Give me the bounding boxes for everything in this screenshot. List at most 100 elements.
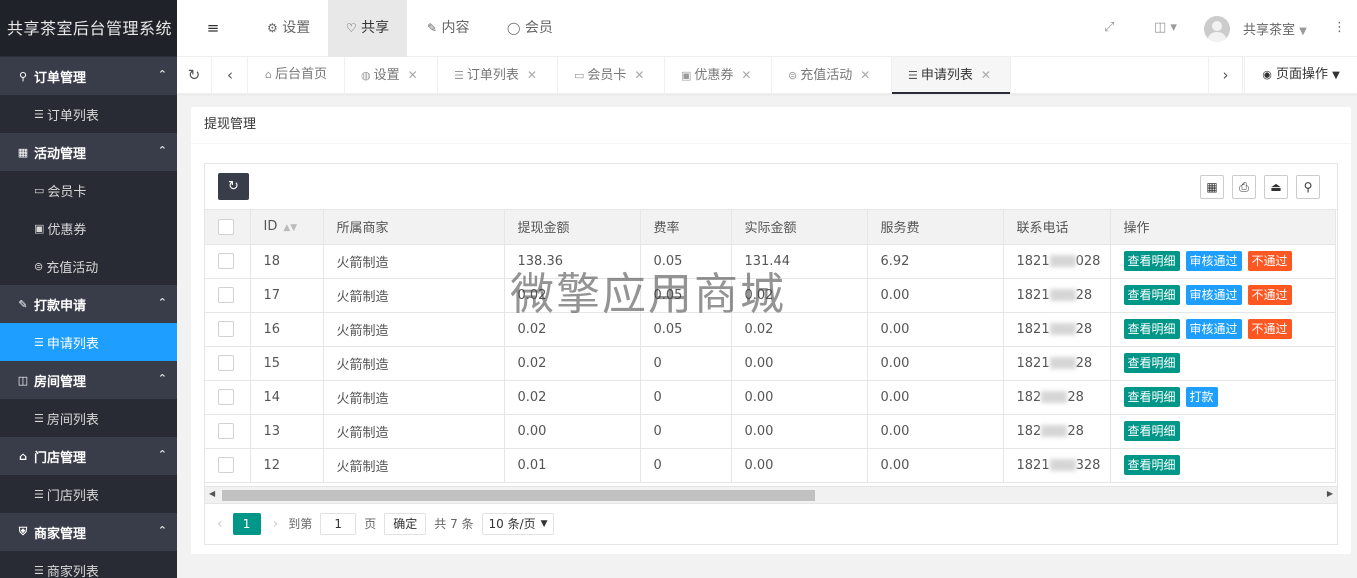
nav-label: 会员 <box>524 20 553 36</box>
scroll-left-icon[interactable]: ◀ <box>209 489 215 498</box>
nav-share[interactable]: ♡ 共享 <box>328 0 407 57</box>
tab-member-card[interactable]: ▭ 会员卡 ✕ <box>558 57 665 93</box>
view-detail-button[interactable]: 查看明细 <box>1123 421 1180 441</box>
sort-icon[interactable]: ▲▼ <box>283 223 297 233</box>
caret-down-icon: ▼ <box>1299 26 1307 37</box>
tab-apply-list[interactable]: ☰ 申请列表 ✕ <box>892 57 1011 94</box>
sidebar-group-stores[interactable]: ⌂ 门店管理 ⌃ <box>0 437 177 475</box>
avatar[interactable] <box>1204 16 1230 42</box>
tab-label: 充值活动 <box>800 68 853 83</box>
sidebar-item-store-list[interactable]: ☰ 门店列表 <box>0 475 177 513</box>
reject-button[interactable]: 不通过 <box>1247 285 1292 305</box>
redacted-mask <box>1041 425 1068 437</box>
view-detail-button[interactable]: 查看明细 <box>1123 285 1180 305</box>
close-icon[interactable]: ✕ <box>527 68 537 82</box>
reject-button[interactable]: 不通过 <box>1247 319 1292 339</box>
phone-suffix: 28 <box>1075 287 1093 303</box>
sidebar-group-payout[interactable]: ✎ 打款申请 ⌃ <box>0 285 177 323</box>
next-page-icon[interactable]: › <box>273 516 279 532</box>
tab-coupon[interactable]: ▣ 优惠券 ✕ <box>665 57 772 93</box>
sidebar-item-merchant-list[interactable]: ☰ 商家列表 <box>0 551 177 578</box>
header-id[interactable]: ID ▲▼ <box>250 210 324 245</box>
row-checkbox[interactable] <box>218 355 234 371</box>
nav-label: 共享 <box>361 20 390 36</box>
refresh-icon[interactable]: ↻ <box>177 57 212 93</box>
sidebar-item-apply-list[interactable]: ☰ 申请列表 <box>0 323 177 361</box>
nav-settings[interactable]: ⚙ 设置 <box>247 0 330 57</box>
nav-content[interactable]: ✎ 内容 <box>407 0 490 57</box>
prev-page-icon[interactable]: ‹ <box>217 516 223 532</box>
view-detail-button[interactable]: 查看明细 <box>1123 387 1180 407</box>
more-icon[interactable]: ⋮ <box>1333 20 1346 35</box>
page-ops-dropdown[interactable]: ◉ 页面操作 ▼ <box>1244 57 1357 93</box>
sidebar-group-rooms[interactable]: ◫ 房间管理 ⌃ <box>0 361 177 399</box>
cell-merchant: 火箭制造 <box>323 346 505 381</box>
approve-button[interactable]: 审核通过 <box>1185 319 1242 339</box>
close-icon[interactable]: ✕ <box>981 68 991 82</box>
row-checkbox[interactable] <box>218 423 234 439</box>
row-checkbox-cell <box>205 414 251 449</box>
select-all-checkbox[interactable] <box>218 218 234 235</box>
row-checkbox[interactable] <box>218 321 234 337</box>
sidebar: 共享茶室后台管理系统 ⚲ 订单管理 ⌃ ☰ 订单列表 ▦ 活动管理 ⌃ ▭ 会员… <box>0 0 177 578</box>
goto-page-input[interactable]: 1 <box>320 512 357 535</box>
view-detail-button[interactable]: 查看明细 <box>1123 319 1180 339</box>
tab-recharge[interactable]: ⊜ 充值活动 ✕ <box>772 57 892 93</box>
nav-member[interactable]: ◯ 会员 <box>487 0 573 57</box>
print-icon[interactable]: ⎙ <box>1232 175 1256 199</box>
withdraw-table: ID ▲▼ 所属商家 提现金额 费率 实际金额 服务费 联系电话 操作 18 火箭制… <box>205 210 1336 483</box>
cell-actions: 查看明细 审核通过 不通过 <box>1109 278 1336 313</box>
row-checkbox[interactable] <box>218 457 234 473</box>
close-icon[interactable]: ✕ <box>408 68 418 82</box>
fullscreen-icon[interactable]: ⤢ <box>1104 20 1114 35</box>
trash-icon[interactable]: ◫ ▾ <box>1154 20 1177 35</box>
sidebar-item-coupon[interactable]: ▣ 优惠券 <box>0 209 177 247</box>
row-checkbox[interactable] <box>218 253 234 269</box>
export-icon[interactable]: ⏏ <box>1264 175 1288 199</box>
row-checkbox-cell <box>205 312 251 347</box>
close-icon[interactable]: ✕ <box>860 68 870 82</box>
horizontal-scrollbar[interactable]: ◀ ▶ <box>205 486 1337 503</box>
cell-fee: 0.00 <box>867 278 1004 313</box>
sidebar-item-order-list[interactable]: ☰ 订单列表 <box>0 95 177 133</box>
sidebar-item-member-card[interactable]: ▭ 会员卡 <box>0 171 177 209</box>
chevron-right-icon[interactable]: › <box>1208 57 1243 93</box>
nav-label: 设置 <box>282 20 311 36</box>
row-checkbox[interactable] <box>218 389 234 405</box>
row-checkbox[interactable] <box>218 287 234 303</box>
scroll-right-icon[interactable]: ▶ <box>1327 489 1333 498</box>
reject-button[interactable]: 不通过 <box>1247 251 1292 271</box>
user-menu[interactable]: 共享茶室 ▼ <box>1243 19 1307 38</box>
tab-order-list[interactable]: ☰ 订单列表 ✕ <box>438 57 558 93</box>
current-page[interactable]: 1 <box>232 512 261 535</box>
columns-icon[interactable]: ▦ <box>1200 175 1224 199</box>
chevron-left-icon[interactable]: ‹ <box>213 57 248 93</box>
sidebar-group-merchants[interactable]: ⛨ 商家管理 ⌃ <box>0 513 177 551</box>
table-refresh-button[interactable]: ↻ <box>218 173 249 200</box>
per-page-select[interactable]: 10 条/页 ▼ <box>481 512 554 535</box>
view-detail-button[interactable]: 查看明细 <box>1123 353 1180 373</box>
close-icon[interactable]: ✕ <box>741 68 751 82</box>
phone-prefix: 182 <box>1016 389 1042 405</box>
header-actions: 操作 <box>1109 210 1336 245</box>
header-fee: 服务费 <box>867 210 1004 245</box>
cell-amount: 138.36 <box>504 244 641 279</box>
approve-button[interactable]: 审核通过 <box>1185 285 1242 305</box>
approve-button[interactable]: 审核通过 <box>1185 251 1242 271</box>
sidebar-item-room-list[interactable]: ☰ 房间列表 <box>0 399 177 437</box>
goto-confirm-button[interactable]: 确定 <box>384 512 427 535</box>
sidebar-item-recharge[interactable]: ⊜ 充值活动 <box>0 247 177 285</box>
pay-button[interactable]: 打款 <box>1185 387 1218 407</box>
tab-settings[interactable]: ◍ 设置 ✕ <box>345 57 438 93</box>
cell-actual: 0.00 <box>731 414 868 449</box>
view-detail-button[interactable]: 查看明细 <box>1123 251 1180 271</box>
sidebar-group-orders[interactable]: ⚲ 订单管理 ⌃ <box>0 57 177 95</box>
scrollbar-thumb[interactable] <box>222 490 815 501</box>
menu-toggle-icon[interactable]: ≡ <box>187 0 239 57</box>
tab-home[interactable]: ⌂ 后台首页 <box>249 57 345 93</box>
sidebar-group-activities[interactable]: ▦ 活动管理 ⌃ <box>0 133 177 171</box>
table-row: 17 火箭制造 0.02 0.05 0.02 0.00 1821 28 查看明细 审核通过 不通过 <box>205 278 1336 313</box>
view-detail-button[interactable]: 查看明细 <box>1123 455 1180 475</box>
close-icon[interactable]: ✕ <box>634 68 644 82</box>
search-icon[interactable]: ⚲ <box>1296 175 1320 199</box>
